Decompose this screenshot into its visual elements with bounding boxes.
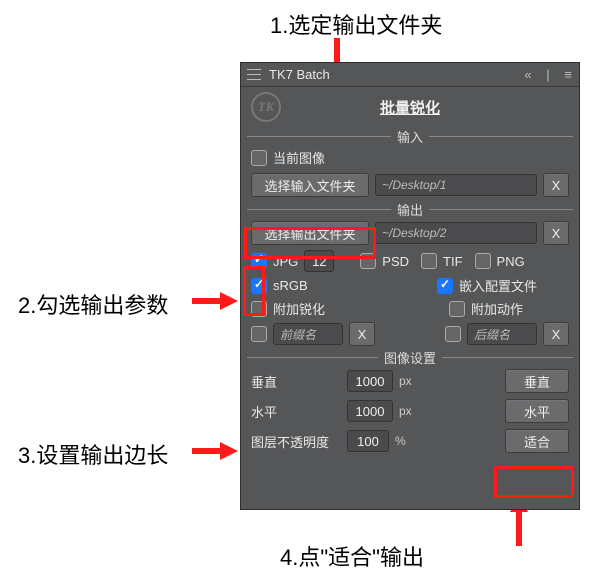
psd-checkbox[interactable] bbox=[360, 253, 376, 269]
horizontal-button[interactable]: 水平 bbox=[505, 399, 569, 423]
annotation-3: 3.设置输出边长 bbox=[18, 438, 168, 470]
divider-icon: | bbox=[541, 67, 555, 82]
annotation-4: 4.点"适合"输出 bbox=[280, 540, 424, 572]
prefix-input[interactable]: 前缀名 bbox=[273, 323, 343, 345]
arrow-3-head bbox=[220, 442, 238, 460]
panel-title: TK7 Batch bbox=[269, 67, 330, 82]
arrow-3 bbox=[192, 448, 222, 454]
suffix-input[interactable]: 后缀名 bbox=[467, 323, 537, 345]
jpg-checkbox[interactable] bbox=[251, 253, 267, 269]
jpg-quality-input[interactable]: 12 bbox=[304, 250, 334, 272]
menu-icon[interactable]: ≡ bbox=[561, 67, 575, 82]
output-folder-path[interactable]: ~/Desktop/2 bbox=[375, 222, 537, 244]
clear-input-folder-button[interactable]: X bbox=[543, 173, 569, 197]
annotation-1: 1.选定输出文件夹 bbox=[270, 8, 442, 40]
clear-prefix-button[interactable]: X bbox=[349, 322, 375, 346]
vertical-label: 垂直 bbox=[251, 372, 341, 391]
embed-profile-checkbox[interactable] bbox=[437, 278, 453, 294]
affix-row: 前缀名 X 后缀名 X bbox=[241, 320, 579, 348]
header-row: TK 批量锐化 bbox=[241, 87, 579, 127]
panel-subtitle: 批量锐化 bbox=[241, 97, 579, 118]
extra-row: 附加锐化 附加动作 bbox=[241, 297, 579, 320]
tif-label: TIF bbox=[443, 254, 463, 269]
jpg-label: JPG bbox=[273, 254, 298, 269]
format-row: JPG 12 PSD TIF PNG bbox=[241, 248, 579, 274]
tif-checkbox[interactable] bbox=[421, 253, 437, 269]
arrow-4 bbox=[516, 510, 522, 546]
extra-sharpen-label: 附加锐化 bbox=[273, 299, 325, 318]
color-row: sRGB 嵌入配置文件 bbox=[241, 274, 579, 297]
choose-input-folder-button[interactable]: 选择输入文件夹 bbox=[251, 173, 369, 197]
choose-output-folder-button[interactable]: 选择输出文件夹 bbox=[251, 221, 369, 245]
arrow-2-head bbox=[220, 292, 238, 310]
vertical-button[interactable]: 垂直 bbox=[505, 369, 569, 393]
horizontal-row: 水平 1000 px 水平 bbox=[241, 396, 579, 426]
clear-suffix-button[interactable]: X bbox=[543, 322, 569, 346]
section-image-settings-header: 图像设置 bbox=[241, 348, 579, 366]
annotation-2: 2.勾选输出参数 bbox=[18, 288, 168, 320]
png-checkbox[interactable] bbox=[475, 253, 491, 269]
section-input-header: 输入 bbox=[241, 127, 579, 145]
input-folder-row: 选择输入文件夹 ~/Desktop/1 X bbox=[241, 170, 579, 200]
embed-profile-label: 嵌入配置文件 bbox=[459, 276, 537, 295]
clear-output-folder-button[interactable]: X bbox=[543, 221, 569, 245]
vertical-unit: px bbox=[399, 374, 412, 388]
prefix-checkbox[interactable] bbox=[251, 326, 267, 342]
opacity-row: 图层不透明度 100 % 适合 bbox=[241, 426, 579, 456]
output-folder-row: 选择输出文件夹 ~/Desktop/2 X bbox=[241, 218, 579, 248]
srgb-label: sRGB bbox=[273, 278, 308, 293]
current-image-label: 当前图像 bbox=[273, 148, 325, 167]
fit-button[interactable]: 适合 bbox=[505, 429, 569, 453]
input-folder-path[interactable]: ~/Desktop/1 bbox=[375, 174, 537, 196]
horizontal-label: 水平 bbox=[251, 402, 341, 421]
psd-label: PSD bbox=[382, 254, 409, 269]
suffix-checkbox[interactable] bbox=[445, 326, 461, 342]
vertical-row: 垂直 1000 px 垂直 bbox=[241, 366, 579, 396]
drag-grip-icon[interactable] bbox=[247, 68, 261, 82]
tk7-batch-panel: TK7 Batch « | ≡ TK 批量锐化 输入 当前图像 选择输入文件夹 … bbox=[240, 62, 580, 510]
section-output-header: 输出 bbox=[241, 200, 579, 218]
horizontal-input[interactable]: 1000 bbox=[347, 400, 393, 422]
chevron-icon[interactable]: « bbox=[521, 67, 535, 82]
vertical-input[interactable]: 1000 bbox=[347, 370, 393, 392]
current-image-row: 当前图像 bbox=[241, 145, 579, 170]
arrow-2 bbox=[192, 298, 222, 304]
opacity-label: 图层不透明度 bbox=[251, 432, 341, 451]
srgb-checkbox[interactable] bbox=[251, 278, 267, 294]
current-image-checkbox[interactable] bbox=[251, 150, 267, 166]
panel-titlebar: TK7 Batch « | ≡ bbox=[241, 63, 579, 87]
png-label: PNG bbox=[497, 254, 525, 269]
horizontal-unit: px bbox=[399, 404, 412, 418]
extra-action-checkbox[interactable] bbox=[449, 301, 465, 317]
opacity-input[interactable]: 100 bbox=[347, 430, 389, 452]
extra-action-label: 附加动作 bbox=[471, 299, 523, 318]
opacity-unit: % bbox=[395, 434, 406, 448]
extra-sharpen-checkbox[interactable] bbox=[251, 301, 267, 317]
